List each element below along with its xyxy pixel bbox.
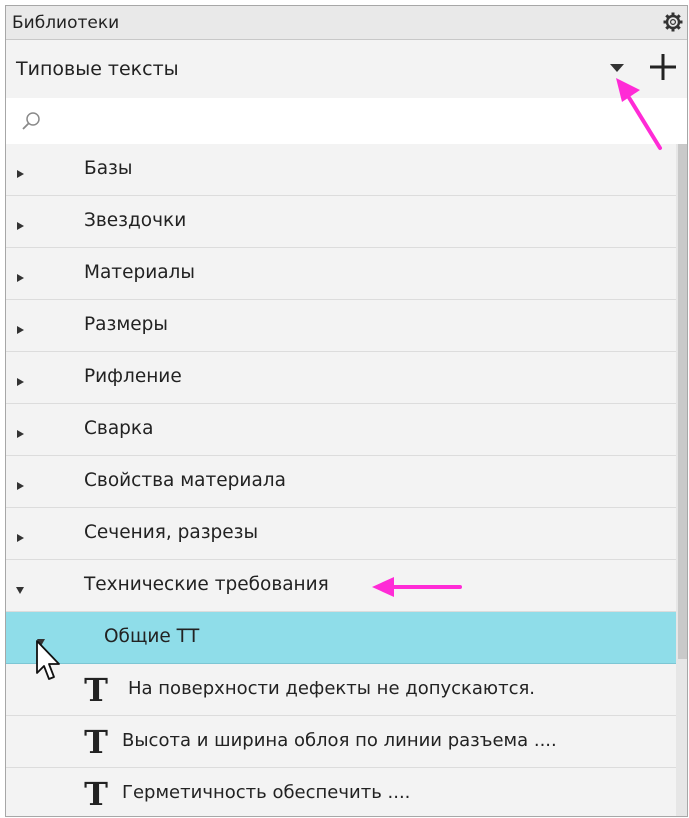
library-selector[interactable]: Типовые тексты	[6, 40, 687, 98]
expand-arrow-icon[interactable]	[15, 216, 25, 230]
text-template-item[interactable]: T Герметичность обеспечить ....	[6, 768, 676, 816]
scrollbar-thumb[interactable]	[678, 144, 687, 659]
tree-node-razmery[interactable]: Размеры	[6, 300, 676, 352]
panel-titlebar: Библиотеки	[6, 6, 687, 40]
tree-node-label: Общие ТТ	[104, 626, 200, 647]
gear-icon[interactable]	[663, 12, 683, 32]
plus-icon[interactable]	[648, 52, 678, 82]
expand-arrow-icon[interactable]	[15, 320, 25, 334]
tree-node-svarka[interactable]: Сварка	[6, 404, 676, 456]
text-t-icon: T	[80, 775, 112, 813]
tree-node-label: Материалы	[84, 262, 195, 283]
expand-arrow-icon[interactable]	[15, 268, 25, 282]
collapse-arrow-icon[interactable]	[15, 580, 25, 594]
tree-node-riflenie[interactable]: Рифление	[6, 352, 676, 404]
tree-node-label: Звездочки	[84, 210, 187, 231]
expand-arrow-icon[interactable]	[15, 164, 25, 178]
tree-node-materialy[interactable]: Материалы	[6, 248, 676, 300]
tree-node-label: Размеры	[84, 314, 169, 335]
search-bar	[6, 98, 687, 144]
svg-text:T: T	[84, 672, 108, 706]
tree-node-obshchie-tt[interactable]: Общие ТТ	[6, 612, 676, 664]
triangle-down-icon[interactable]	[608, 60, 626, 74]
tree-node-zvezdochki[interactable]: Звездочки	[6, 196, 676, 248]
tree-node-label: Базы	[84, 158, 133, 179]
tree-node-label: Рифление	[84, 366, 182, 387]
svg-text:T: T	[84, 724, 108, 758]
text-template-label: Герметичность обеспечить ....	[122, 782, 411, 803]
tree-node-bazy[interactable]: Базы	[6, 144, 676, 196]
expand-arrow-icon[interactable]	[15, 372, 25, 386]
mouse-cursor-icon	[36, 640, 60, 680]
expand-arrow-icon[interactable]	[15, 528, 25, 542]
search-input[interactable]	[50, 106, 654, 138]
library-selector-value: Типовые тексты	[16, 58, 179, 80]
tree-node-label: Свойства материала	[84, 470, 286, 491]
text-template-label: Высота и ширина облоя по линии разъема .…	[122, 730, 557, 751]
panel-title: Библиотеки	[12, 13, 120, 33]
text-template-item[interactable]: T На поверхности дефекты не допускаются.	[6, 664, 676, 716]
libraries-panel: Библиотеки Типовые тексты Базы Звездочки…	[5, 5, 688, 817]
expand-arrow-icon[interactable]	[15, 424, 25, 438]
expand-arrow-icon[interactable]	[15, 476, 25, 490]
tree-node-label: Технические требования	[84, 574, 329, 595]
tree-node-tekhnicheskie-trebovaniya[interactable]: Технические требования	[6, 560, 676, 612]
svg-text:T: T	[84, 776, 108, 810]
tree-node-secheniya-razrezy[interactable]: Сечения, разрезы	[6, 508, 676, 560]
text-t-icon: T	[80, 723, 112, 761]
text-template-item[interactable]: T Высота и ширина облоя по линии разъема…	[6, 716, 676, 768]
text-t-icon: T	[80, 671, 112, 709]
tree-node-label: Сварка	[84, 418, 154, 439]
tree-node-svoystva-materiala[interactable]: Свойства материала	[6, 456, 676, 508]
library-tree: Базы Звездочки Материалы Размеры Рифлени…	[6, 144, 676, 816]
tree-node-label: Сечения, разрезы	[84, 522, 259, 543]
vertical-scrollbar[interactable]	[676, 144, 687, 816]
search-icon	[20, 110, 42, 132]
text-template-label: На поверхности дефекты не допускаются.	[128, 678, 536, 699]
